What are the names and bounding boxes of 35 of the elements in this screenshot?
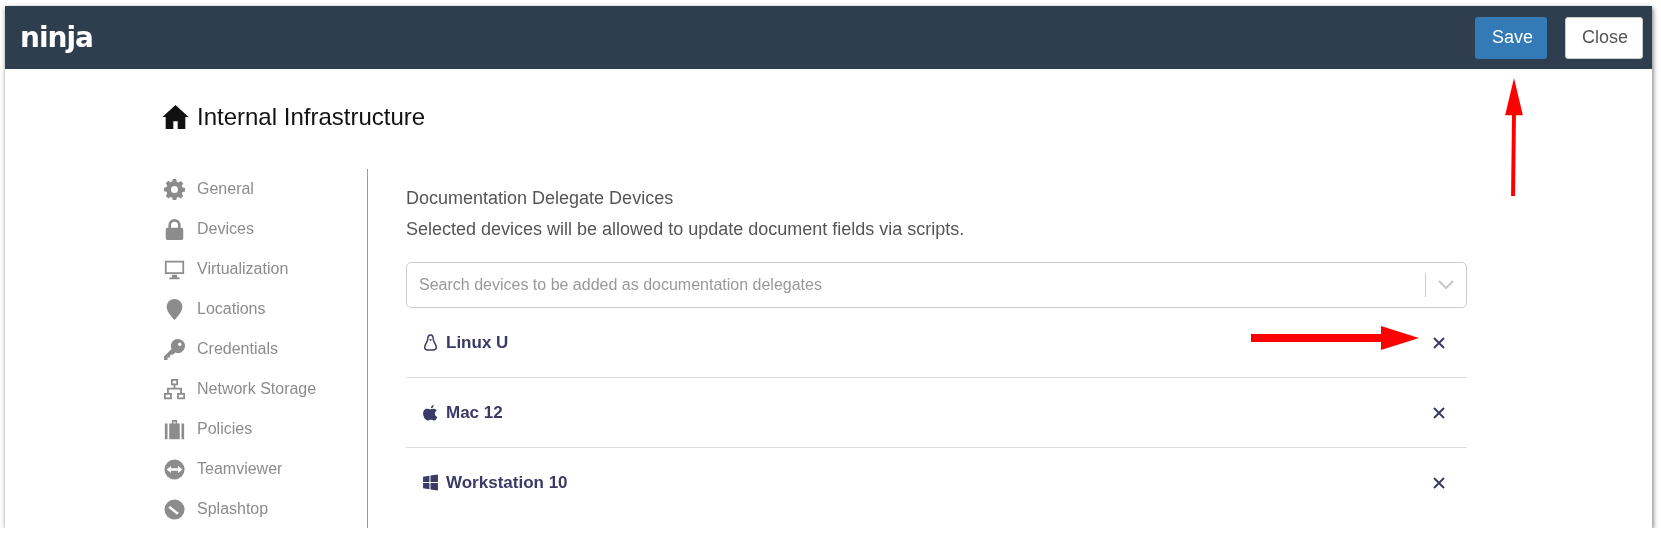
monitor-icon: [164, 258, 185, 280]
network-icon: [164, 378, 185, 400]
device-name: Linux U: [446, 332, 509, 353]
sidebar-item[interactable]: General: [197, 180, 254, 198]
map-pin-icon: [164, 298, 185, 320]
sidebar-item[interactable]: Devices: [197, 220, 254, 238]
home-icon: [162, 105, 189, 129]
close-icon[interactable]: [1433, 406, 1445, 419]
lock-icon: [164, 218, 185, 240]
sidebar-item[interactable]: Credentials: [197, 340, 278, 358]
page-title: Internal Infrastructure: [197, 103, 426, 131]
circle-icon: [164, 498, 185, 520]
section-title: Documentation Delegate Devices: [406, 187, 675, 210]
penguin-icon: [422, 334, 439, 351]
sidebar-item[interactable]: Policies: [197, 420, 253, 438]
sidebar-item[interactable]: Splashtop: [197, 500, 269, 518]
sidebar-item[interactable]: Network Storage: [197, 380, 317, 398]
briefcase-icon: [164, 418, 185, 440]
apple-icon: [422, 404, 439, 421]
close-icon[interactable]: [1433, 476, 1445, 489]
close-icon[interactable]: [1433, 336, 1445, 349]
search-input[interactable]: Search devices to be added as documentation delegates: [419, 276, 1413, 294]
windows-logo-icon: [422, 474, 439, 491]
gear-icon: [164, 178, 185, 200]
save-button[interactable]: Save: [1475, 16, 1547, 59]
device-name: Workstation 10: [446, 472, 568, 493]
section-description: Selected devices will be allowed to update document fields via scripts.: [406, 218, 966, 241]
sidebar-item[interactable]: Virtualization: [197, 260, 289, 278]
sidebar-item[interactable]: Teamviewer: [197, 460, 283, 478]
key-icon: [164, 338, 185, 360]
close-button[interactable]: Close: [1565, 16, 1643, 59]
search-dropdown[interactable]: Search devices to be added as documentation delegates: [406, 262, 1467, 308]
logo: ninja: [20, 21, 93, 54]
sidebar-item[interactable]: Locations: [197, 300, 266, 318]
device-name: Mac 12: [446, 402, 503, 423]
